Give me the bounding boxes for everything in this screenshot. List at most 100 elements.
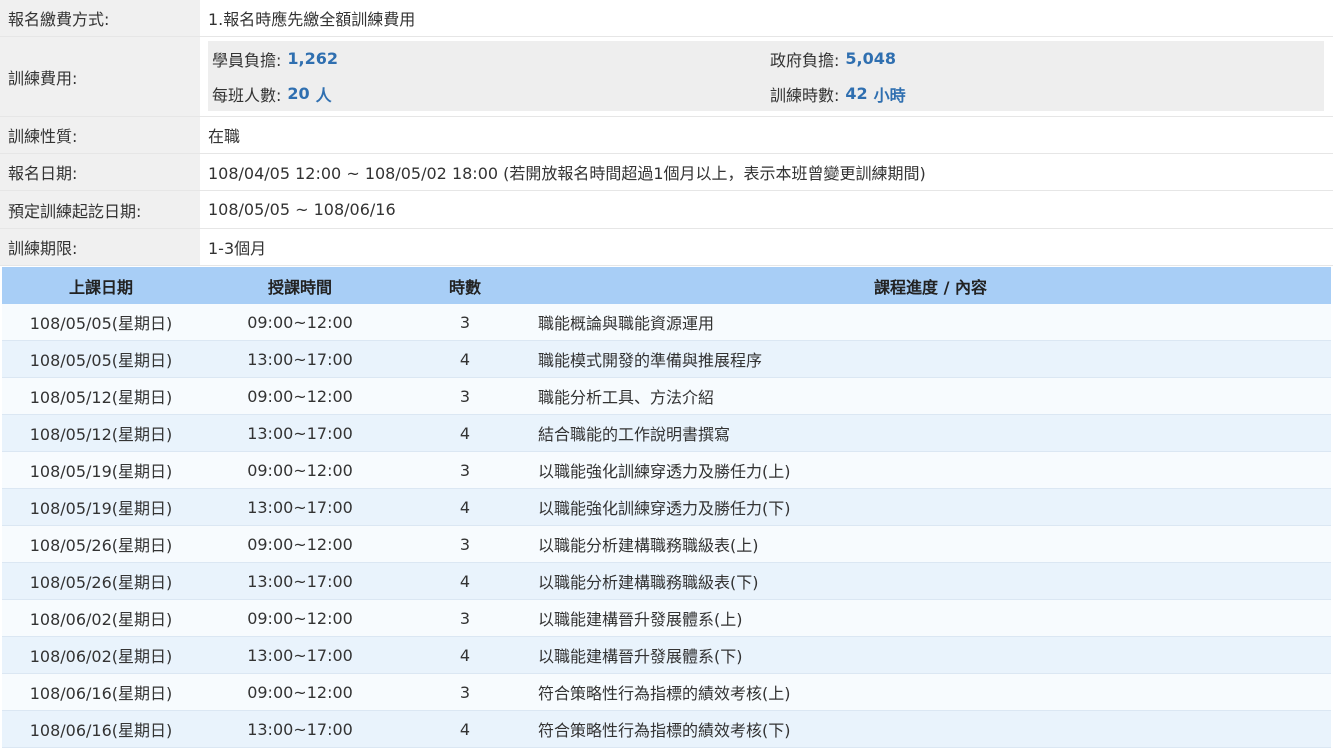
row-time: 09:00~12:00 bbox=[247, 534, 353, 554]
row-content: 職能分析工具、方法介紹 bbox=[538, 388, 715, 407]
row-content: 以職能強化訓練穿透力及勝任力(上) bbox=[538, 462, 791, 481]
row-time: 09:00~12:00 bbox=[247, 312, 353, 332]
row-content: 以職能建構晉升發展體系(下) bbox=[538, 647, 743, 666]
row-date: 108/06/02(星期日) bbox=[29, 647, 173, 666]
fee-box: 學員負擔: 1,262 政府負擔: 5,048 每班人數: 20 人 訓練時數: bbox=[208, 41, 1324, 111]
info-row-duration: 訓練期限: 1-3個月 bbox=[0, 229, 1333, 266]
training-hours-unit: 小時 bbox=[873, 85, 906, 105]
training-hours-label: 訓練時數: bbox=[770, 85, 840, 105]
row-date: 108/05/12(星期日) bbox=[29, 388, 173, 407]
row-time: 13:00~17:00 bbox=[247, 571, 353, 591]
course-detail-page: 報名繳費方式: 1.報名時應先繳全額訓練費用 訓練費用: 學員負擔: 1,262… bbox=[0, 0, 1333, 752]
row-hours: 4 bbox=[459, 497, 471, 517]
info-row-nature: 訓練性質: 在職 bbox=[0, 117, 1333, 154]
student-fee-value: 1,262 bbox=[287, 49, 339, 68]
gov-fee-value: 5,048 bbox=[845, 49, 897, 68]
header-date: 上課日期 bbox=[68, 277, 133, 297]
schedule-table: 上課日期 授課時間 時數 課程進度 / 內容 108/05/05(星期日) 09… bbox=[2, 267, 1331, 748]
class-size-unit: 人 bbox=[315, 85, 332, 105]
table-row: 108/05/05(星期日) 13:00~17:00 4 職能模式開發的準備與推… bbox=[2, 341, 1331, 378]
row-hours: 4 bbox=[459, 349, 471, 369]
training-hours: 訓練時數: 42 小時 bbox=[770, 76, 906, 111]
signup-date-value: 108/04/05 12:00 ~ 108/05/02 18:00 (若開放報名… bbox=[208, 164, 926, 183]
fee-value: 學員負擔: 1,262 政府負擔: 5,048 每班人數: 20 人 訓練時數: bbox=[200, 37, 1333, 116]
row-time: 13:00~17:00 bbox=[247, 719, 353, 739]
row-content: 符合策略性行為指標的績效考核(上) bbox=[538, 684, 791, 703]
row-content: 結合職能的工作說明書撰寫 bbox=[538, 425, 731, 444]
nature-label: 訓練性質: bbox=[0, 117, 200, 153]
table-row: 108/06/02(星期日) 13:00~17:00 4 以職能建構晉升發展體系… bbox=[2, 637, 1331, 674]
student-fee: 學員負擔: 1,262 bbox=[212, 41, 338, 76]
row-hours: 4 bbox=[459, 571, 471, 591]
row-date: 108/06/16(星期日) bbox=[29, 721, 173, 740]
row-content: 職能概論與職能資源運用 bbox=[538, 314, 715, 333]
row-date: 108/06/16(星期日) bbox=[29, 684, 173, 703]
row-date: 108/05/05(星期日) bbox=[29, 314, 173, 333]
row-hours: 3 bbox=[459, 682, 471, 702]
info-row-signup-date: 報名日期: 108/04/05 12:00 ~ 108/05/02 18:00 … bbox=[0, 154, 1333, 191]
row-hours: 4 bbox=[459, 645, 471, 665]
class-size-value: 20 bbox=[287, 84, 310, 103]
row-hours: 3 bbox=[459, 608, 471, 628]
row-time: 13:00~17:00 bbox=[247, 423, 353, 443]
row-date: 108/05/26(星期日) bbox=[29, 536, 173, 555]
info-row-payment: 報名繳費方式: 1.報名時應先繳全額訓練費用 bbox=[0, 0, 1333, 37]
row-date: 108/06/02(星期日) bbox=[29, 610, 173, 629]
row-time: 09:00~12:00 bbox=[247, 608, 353, 628]
payment-value: 1.報名時應先繳全額訓練費用 bbox=[208, 10, 416, 29]
training-period-label: 預定訓練起訖日期: bbox=[0, 191, 200, 228]
duration-label: 訓練期限: bbox=[0, 229, 200, 265]
table-row: 108/06/16(星期日) 13:00~17:00 4 符合策略性行為指標的績… bbox=[2, 711, 1331, 748]
row-date: 108/05/12(星期日) bbox=[29, 425, 173, 444]
table-row: 108/05/26(星期日) 09:00~12:00 3 以職能分析建構職務職級… bbox=[2, 526, 1331, 563]
table-row: 108/06/02(星期日) 09:00~12:00 3 以職能建構晉升發展體系… bbox=[2, 600, 1331, 637]
table-row: 108/05/19(星期日) 13:00~17:00 4 以職能強化訓練穿透力及… bbox=[2, 489, 1331, 526]
row-time: 13:00~17:00 bbox=[247, 645, 353, 665]
class-size-label: 每班人數: bbox=[212, 85, 282, 105]
table-row: 108/05/05(星期日) 09:00~12:00 3 職能概論與職能資源運用 bbox=[2, 304, 1331, 341]
row-hours: 3 bbox=[459, 386, 471, 406]
gov-fee: 政府負擔: 5,048 bbox=[770, 41, 896, 76]
info-row-training-period: 預定訓練起訖日期: 108/05/05 ~ 108/06/16 bbox=[0, 191, 1333, 229]
row-time: 09:00~12:00 bbox=[247, 460, 353, 480]
row-content: 以職能分析建構職務職級表(上) bbox=[538, 536, 759, 555]
row-time: 09:00~12:00 bbox=[247, 682, 353, 702]
table-row: 108/05/19(星期日) 09:00~12:00 3 以職能強化訓練穿透力及… bbox=[2, 452, 1331, 489]
duration-value: 1-3個月 bbox=[208, 239, 267, 258]
row-date: 108/05/19(星期日) bbox=[29, 499, 173, 518]
row-content: 以職能強化訓練穿透力及勝任力(下) bbox=[538, 499, 791, 518]
gov-fee-label: 政府負擔: bbox=[770, 50, 840, 70]
table-row: 108/06/16(星期日) 09:00~12:00 3 符合策略性行為指標的績… bbox=[2, 674, 1331, 711]
fee-label: 訓練費用: bbox=[0, 37, 200, 116]
course-info-table: 報名繳費方式: 1.報名時應先繳全額訓練費用 訓練費用: 學員負擔: 1,262… bbox=[0, 0, 1333, 266]
row-content: 職能模式開發的準備與推展程序 bbox=[538, 351, 763, 370]
table-row: 108/05/12(星期日) 09:00~12:00 3 職能分析工具、方法介紹 bbox=[2, 378, 1331, 415]
row-date: 108/05/19(星期日) bbox=[29, 462, 173, 481]
row-date: 108/05/26(星期日) bbox=[29, 573, 173, 592]
row-content: 以職能分析建構職務職級表(下) bbox=[538, 573, 759, 592]
row-time: 13:00~17:00 bbox=[247, 497, 353, 517]
class-size: 每班人數: 20 人 bbox=[212, 76, 332, 111]
row-time: 13:00~17:00 bbox=[247, 349, 353, 369]
payment-label: 報名繳費方式: bbox=[0, 0, 200, 36]
header-content: 課程進度 / 內容 bbox=[874, 277, 987, 297]
row-content: 以職能建構晉升發展體系(上) bbox=[538, 610, 743, 629]
header-time: 授課時間 bbox=[267, 277, 332, 297]
schedule-header-row: 上課日期 授課時間 時數 課程進度 / 內容 bbox=[2, 267, 1331, 304]
student-fee-label: 學員負擔: bbox=[212, 50, 282, 70]
row-hours: 3 bbox=[459, 312, 471, 332]
training-period-value: 108/05/05 ~ 108/06/16 bbox=[208, 200, 396, 219]
signup-date-label: 報名日期: bbox=[0, 154, 200, 190]
row-hours: 3 bbox=[459, 460, 471, 480]
row-time: 09:00~12:00 bbox=[247, 386, 353, 406]
nature-value: 在職 bbox=[208, 127, 241, 146]
row-content: 符合策略性行為指標的績效考核(下) bbox=[538, 721, 791, 740]
header-hours: 時數 bbox=[448, 277, 481, 297]
row-hours: 4 bbox=[459, 719, 471, 739]
training-hours-value: 42 bbox=[845, 84, 868, 103]
table-row: 108/05/26(星期日) 13:00~17:00 4 以職能分析建構職務職級… bbox=[2, 563, 1331, 600]
info-row-fee: 訓練費用: 學員負擔: 1,262 政府負擔: 5,048 每班人數: 20 人 bbox=[0, 37, 1333, 117]
row-hours: 4 bbox=[459, 423, 471, 443]
row-date: 108/05/05(星期日) bbox=[29, 351, 173, 370]
row-hours: 3 bbox=[459, 534, 471, 554]
